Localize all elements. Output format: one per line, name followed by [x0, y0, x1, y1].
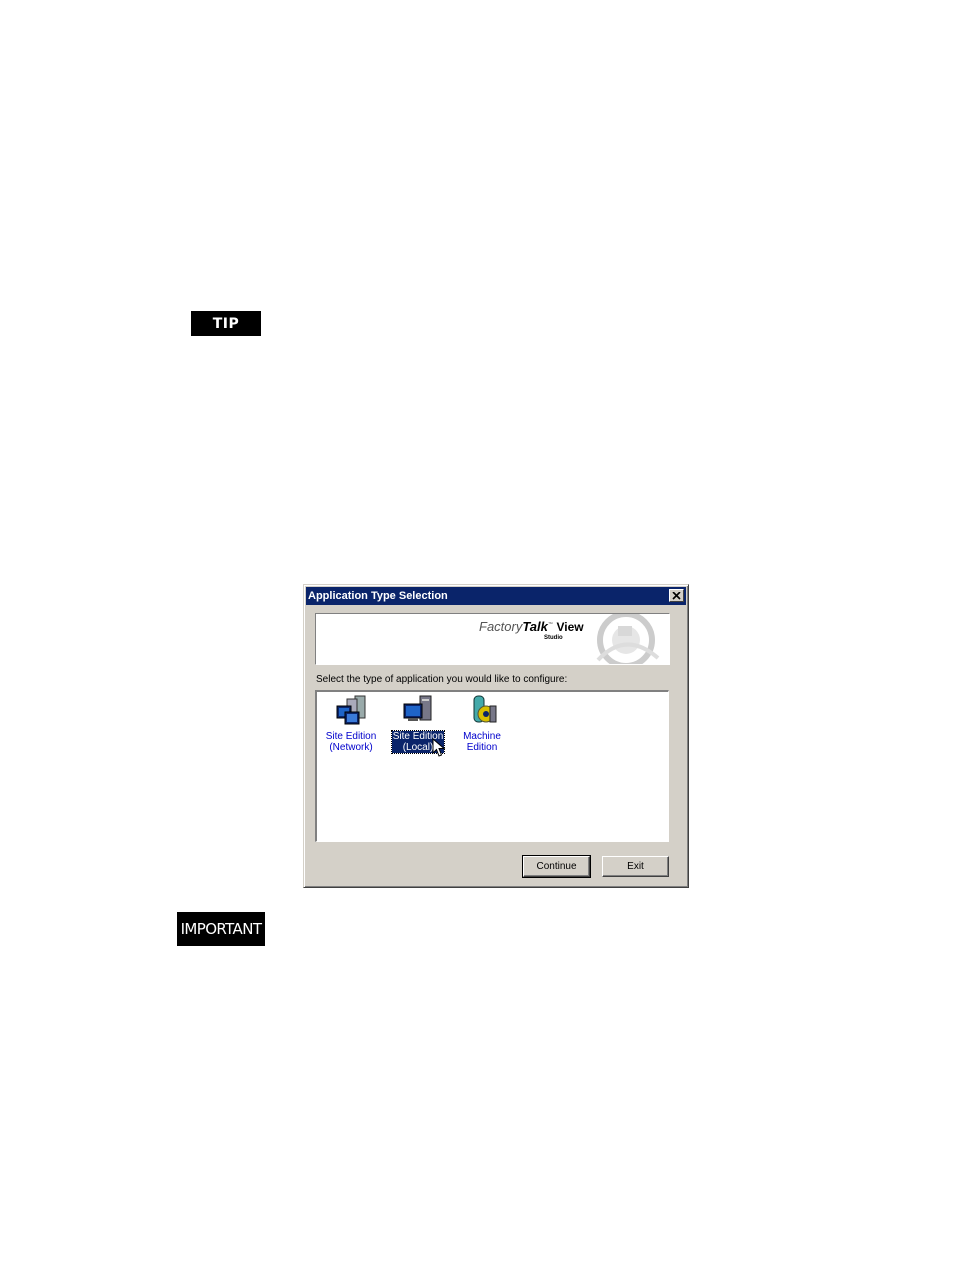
- globe-graphic-icon: [596, 614, 660, 664]
- site-edition-network-item[interactable]: Site Edition (Network): [320, 694, 382, 755]
- dialog-titlebar[interactable]: Application Type Selection: [306, 587, 686, 605]
- dialog-title: Application Type Selection: [308, 590, 448, 602]
- close-button[interactable]: [669, 589, 684, 602]
- machine-gear-icon: [473, 695, 497, 723]
- tip-badge: TIP: [191, 311, 261, 336]
- close-icon: [672, 591, 681, 600]
- local-computer-icon: [403, 695, 432, 721]
- brand-logo: FactoryTalk™ View: [479, 619, 584, 634]
- brand-subtitle: Studio: [544, 635, 563, 641]
- important-badge: IMPORTANT: [177, 912, 265, 946]
- network-computers-icon: [336, 695, 366, 725]
- continue-button[interactable]: Continue: [522, 855, 591, 878]
- instruction-text: Select the type of application you would…: [316, 674, 568, 685]
- exit-button[interactable]: Exit: [602, 856, 669, 877]
- application-type-dialog: Application Type Selection FactoryTalk™ …: [303, 584, 689, 888]
- mouse-cursor-icon: [432, 738, 446, 757]
- application-type-list[interactable]: Site Edition (Network) Site Edition (Local…: [315, 690, 669, 842]
- machine-edition-item[interactable]: Machine Edition: [451, 694, 513, 755]
- factorytalk-banner: FactoryTalk™ View Studio: [315, 613, 670, 665]
